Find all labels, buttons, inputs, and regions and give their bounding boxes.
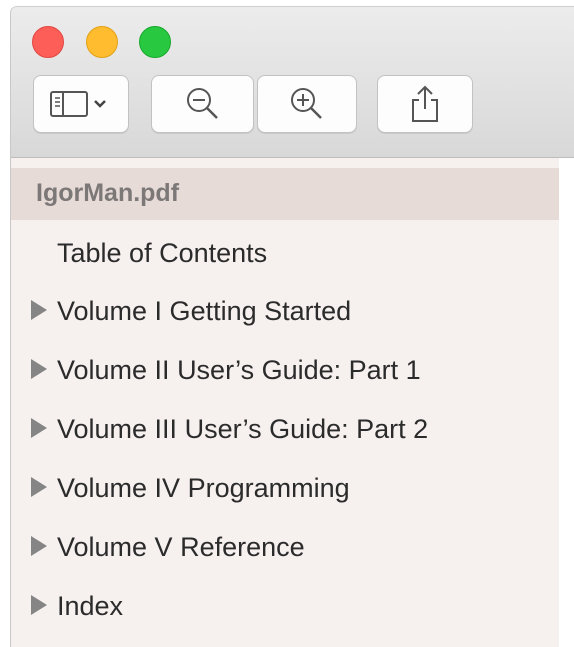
zoom-out-icon [183, 84, 223, 124]
close-window-button[interactable] [32, 26, 64, 58]
preview-window: IgorMan.pdf Table of Contents Volume I G… [10, 6, 574, 647]
zoom-in-icon [287, 84, 327, 124]
toc-item-volume-4[interactable]: Volume IV Programming [11, 469, 559, 509]
minimize-window-button[interactable] [86, 26, 118, 58]
disclosure-triangle-icon[interactable] [31, 477, 47, 497]
zoom-window-button[interactable] [139, 26, 171, 58]
sidebar-toggle-button[interactable] [33, 75, 129, 133]
zoom-in-button[interactable] [257, 75, 357, 133]
toc-item-volume-2[interactable]: Volume II User’s Guide: Part 1 [11, 351, 559, 391]
toc-sidebar: IgorMan.pdf Table of Contents Volume I G… [11, 158, 560, 647]
toc-item-label: Volume II User’s Guide: Part 1 [57, 355, 421, 385]
toc-item-label: Volume V Reference [57, 532, 305, 562]
toc-item-label: Index [57, 591, 124, 621]
disclosure-triangle-icon[interactable] [31, 300, 47, 320]
document-area-edge [559, 158, 574, 647]
toc-item-volume-1[interactable]: Volume I Getting Started [11, 292, 559, 332]
disclosure-triangle-icon[interactable] [31, 418, 47, 438]
document-title: IgorMan.pdf [36, 179, 180, 207]
disclosure-triangle-icon[interactable] [31, 595, 47, 615]
document-row[interactable]: IgorMan.pdf [11, 168, 559, 220]
toc-item-label: Table of Contents [57, 238, 268, 268]
toc-item-volume-3[interactable]: Volume III User’s Guide: Part 2 [11, 410, 559, 450]
toc-item-index[interactable]: Index [11, 587, 559, 627]
toc-item-table-of-contents[interactable]: Table of Contents [11, 234, 559, 274]
share-button[interactable] [377, 75, 473, 133]
disclosure-triangle-icon[interactable] [31, 536, 47, 556]
share-icon [408, 84, 442, 124]
toc-item-label: Volume III User’s Guide: Part 2 [57, 414, 429, 444]
toc-item-volume-5[interactable]: Volume V Reference [11, 528, 559, 568]
zoom-out-button[interactable] [151, 75, 254, 133]
toc-item-label: Volume I Getting Started [57, 296, 352, 326]
disclosure-triangle-icon[interactable] [31, 359, 47, 379]
title-bar [11, 7, 574, 158]
toc-item-label: Volume IV Programming [57, 473, 350, 503]
sidebar-toggle-icon [49, 89, 113, 119]
